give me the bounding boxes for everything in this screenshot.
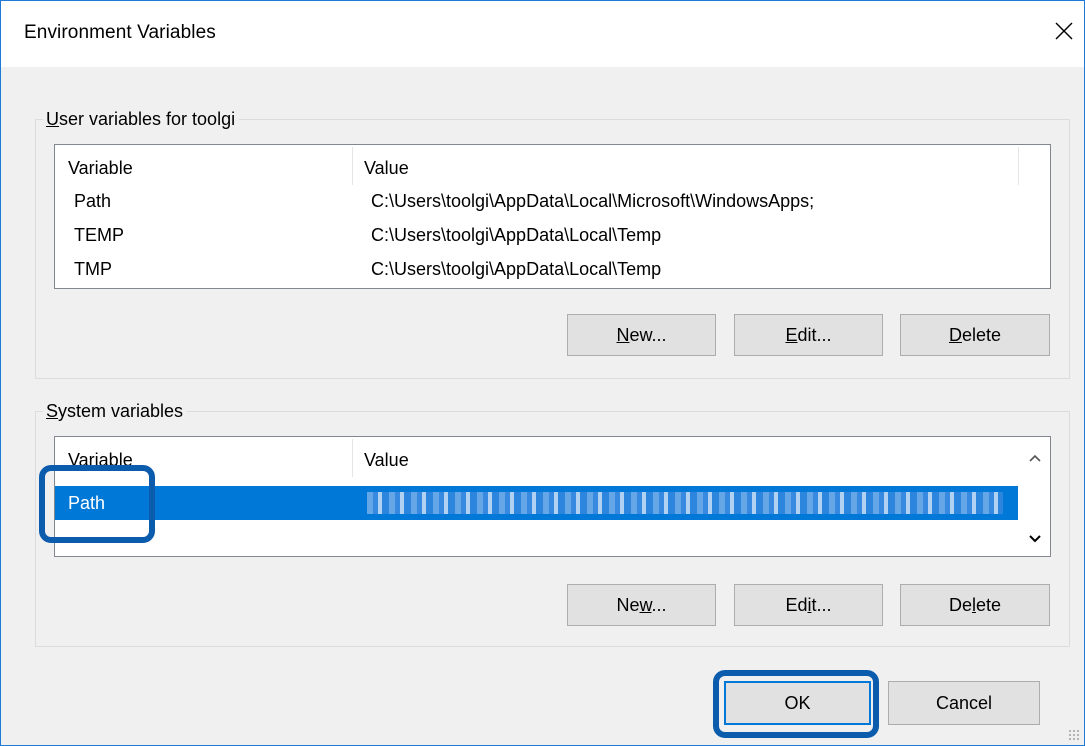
column-header-variable[interactable]: Variable (68, 437, 133, 477)
user-delete-button[interactable]: Delete (900, 314, 1050, 356)
user-edit-button[interactable]: Edit... (734, 314, 883, 356)
environment-variables-dialog: Environment Variables User variables for… (0, 0, 1085, 746)
system-variables-list[interactable]: Variable Value Path (54, 436, 1051, 557)
user-variables-label-access-key: U (46, 109, 59, 129)
system-variables-label-rest: ystem variables (58, 401, 184, 421)
column-separator[interactable] (352, 147, 353, 185)
dialog-title: Environment Variables (24, 22, 216, 43)
title-bar: Environment Variables (1, 1, 1084, 67)
variable-value: C:\Users\toolgi\AppData\Local\Temp (371, 259, 662, 279)
system-new-button[interactable]: New... (567, 584, 716, 626)
system-edit-label-start: Ed (785, 595, 808, 615)
cancel-button[interactable]: Cancel (888, 681, 1040, 725)
user-new-label-rest: ew... (629, 325, 667, 345)
user-new-button[interactable]: New... (567, 314, 716, 356)
user-edit-access-key: E (785, 325, 798, 345)
user-edit-label-rest: dit... (797, 325, 832, 345)
close-button[interactable] (1024, 1, 1084, 67)
system-variables-label-access-key: S (46, 401, 59, 421)
ok-button[interactable]: OK (724, 681, 871, 725)
variable-name: Path (68, 493, 106, 513)
table-row[interactable]: Path C:\Users\toolgi\AppData\Local\Micro… (55, 184, 1050, 218)
column-separator[interactable] (352, 439, 353, 477)
system-variables-scrollbar[interactable] (1020, 437, 1050, 556)
chevron-down-icon (1029, 535, 1041, 543)
system-edit-button[interactable]: Edit... (734, 584, 883, 626)
column-header-value[interactable]: Value (364, 437, 409, 477)
table-row[interactable]: TMP C:\Users\toolgi\AppData\Local\Temp (55, 252, 1050, 286)
user-variables-label-rest: ser variables for toolgi (59, 109, 236, 129)
redacted-value (367, 492, 1003, 514)
scroll-up-button[interactable] (1020, 443, 1050, 473)
column-header-variable[interactable]: Variable (68, 145, 133, 185)
user-delete-label-rest: elete (961, 325, 1002, 345)
column-header-value[interactable]: Value (364, 145, 409, 185)
system-edit-label-rest: t... (811, 595, 832, 615)
user-variables-list[interactable]: Variable Value Path C:\Users\toolgi\AppD… (54, 144, 1051, 289)
scroll-down-button[interactable] (1020, 524, 1050, 554)
resize-grip[interactable] (1068, 729, 1080, 741)
user-new-access-key: N (616, 325, 630, 345)
chevron-up-icon (1029, 454, 1041, 462)
system-variables-label: System variables (43, 400, 188, 422)
system-new-access-key: w (639, 595, 652, 615)
variable-name: TEMP (74, 225, 125, 245)
user-variables-list-header: Variable Value (55, 145, 1050, 185)
system-delete-button[interactable]: Delete (900, 584, 1050, 626)
table-row-selected[interactable]: Path (55, 486, 1018, 520)
system-delete-label-rest: ete (975, 595, 1002, 615)
system-new-label-rest: ... (651, 595, 667, 615)
system-delete-label-start: De (948, 595, 972, 615)
variable-name: TMP (74, 259, 112, 279)
system-variables-list-header: Variable Value (55, 437, 1050, 477)
table-row[interactable]: TEMP C:\Users\toolgi\AppData\Local\Temp (55, 218, 1050, 252)
user-variables-label: User variables for toolgi (43, 108, 240, 130)
variable-name: Path (74, 191, 112, 211)
variable-value: C:\Users\toolgi\AppData\Local\Temp (371, 225, 662, 245)
user-delete-access-key: D (948, 325, 962, 345)
column-separator[interactable] (1018, 147, 1019, 185)
system-new-label-start: Ne (616, 595, 640, 615)
variable-value: C:\Users\toolgi\AppData\Local\Microsoft\… (371, 191, 815, 211)
close-icon (1055, 22, 1073, 40)
